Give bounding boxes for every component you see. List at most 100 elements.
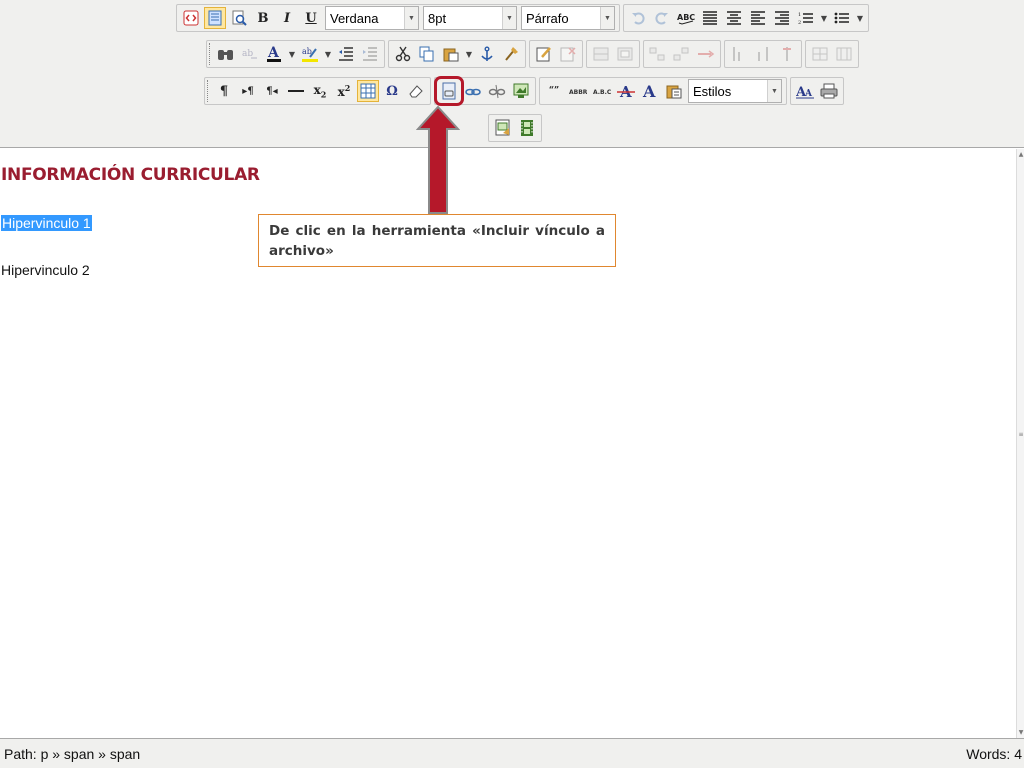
preview-icon[interactable] [228,7,250,29]
layer-forward-icon[interactable] [614,43,636,65]
toolbar-handle [209,43,212,65]
toolbar-group-format: B I U Verdana ▼ 8pt ▼ Párrafo ▼ [176,4,620,32]
font-family-select[interactable]: Verdana ▼ [325,6,419,30]
toolbar-group-edit: ABC 12 ▼ ▼ [623,4,869,32]
rtl-icon[interactable]: ¶◂ [261,80,283,102]
ltr-icon[interactable]: ▸¶ [237,80,259,102]
col-after-icon[interactable] [752,43,774,65]
outdent-icon[interactable] [335,43,357,65]
file-link-button[interactable] [434,76,464,106]
toolbar-group-citation: “” ABBR A.B.C A A Estilos ▼ [539,77,787,105]
row-after-icon[interactable] [671,43,693,65]
chevron-down-icon[interactable]: ▼ [600,7,614,29]
align-left-icon[interactable] [747,7,769,29]
anchor-icon[interactable] [476,43,498,65]
toolbar-group-table-cells [805,40,859,68]
acronym-icon[interactable]: A.B.C [591,80,613,102]
chevron-down-icon[interactable]: ▼ [819,7,829,29]
paste-icon[interactable] [440,43,462,65]
row-before-icon[interactable] [647,43,669,65]
paragraph-icon[interactable]: ¶ [213,80,235,102]
cleanup-icon[interactable] [500,43,522,65]
svg-text:A: A [642,82,656,100]
bullet-list-icon[interactable] [831,7,853,29]
quote-icon[interactable]: “” [543,80,565,102]
format-value: Párrafo [526,11,569,26]
scroll-up-icon[interactable]: ▲ [1017,151,1024,158]
font-size-select[interactable]: 8pt ▼ [423,6,517,30]
styles-select[interactable]: Estilos ▼ [688,79,782,103]
chevron-down-icon[interactable]: ▼ [323,43,333,65]
full-page-icon[interactable] [204,7,226,29]
toolbar-handle [207,80,210,102]
cut-icon[interactable] [392,43,414,65]
highlight-color-icon[interactable]: ab [299,43,321,65]
merge-cells-icon[interactable] [809,43,831,65]
copy-icon[interactable] [416,43,438,65]
styles-value: Estilos [693,84,732,99]
toolbar-group-layers [586,40,640,68]
hyperlink-1[interactable]: Hipervinculo 1 [1,215,92,231]
split-cells-icon[interactable] [833,43,855,65]
format-select[interactable]: Párrafo ▼ [521,6,615,30]
image-manager-icon[interactable] [492,117,514,139]
strikethrough-icon[interactable]: A [615,80,637,102]
spellcheck-icon[interactable]: ABC [675,7,697,29]
chevron-down-icon[interactable]: ▼ [404,7,418,29]
chevron-down-icon[interactable]: ▼ [464,43,474,65]
numbered-list-icon[interactable]: 12 [795,7,817,29]
align-center-icon[interactable] [723,7,745,29]
toolbar-area: B I U Verdana ▼ 8pt ▼ Párrafo ▼ ABC 1 2 … [0,0,1024,148]
toolbar-group-insert [529,40,583,68]
redo-icon[interactable] [651,7,673,29]
element-path[interactable]: Path: p » span » span [4,746,140,762]
vertical-scrollbar[interactable]: ▲ ≡ ▼ [1016,149,1024,738]
media-icon[interactable] [516,117,538,139]
hyperlink-2[interactable]: Hipervinculo 2 [1,262,90,278]
replace-icon[interactable]: ab [239,43,261,65]
bold-button[interactable]: B [252,7,274,29]
delete-col-icon[interactable] [776,43,798,65]
chevron-down-icon[interactable]: ▼ [767,80,781,102]
scroll-thumb-icon[interactable]: ≡ [1017,431,1024,438]
superscript-icon[interactable]: x2 [333,80,355,102]
subscript-icon[interactable]: x2 [309,80,331,102]
chevron-down-icon[interactable]: ▼ [502,7,516,29]
eraser-icon[interactable] [405,80,427,102]
status-bar: Path: p » span » span Words: 4 [0,738,1024,768]
edit-attributes-icon[interactable] [533,43,555,65]
chevron-down-icon[interactable]: ▼ [287,43,297,65]
special-character-icon[interactable]: Ω [381,80,403,102]
text-color-icon[interactable]: A [263,43,285,65]
svg-text:1: 1 [798,12,801,18]
toolbar-group-media [488,114,542,142]
unlink-icon[interactable] [486,80,508,102]
insert-image-icon[interactable] [510,80,532,102]
font-size-icon[interactable]: AA [794,80,816,102]
toolbar-row-4 [488,113,545,143]
scroll-down-icon[interactable]: ▼ [1017,729,1024,736]
undo-icon[interactable] [627,7,649,29]
html-source-icon[interactable] [180,7,202,29]
delete-row-icon[interactable] [695,43,717,65]
table-icon[interactable] [357,80,379,102]
toolbar-row-2: ab A ▼ ab ▼ ▼ [206,39,862,69]
indent-icon[interactable] [359,43,381,65]
remove-format-icon[interactable] [557,43,579,65]
underline-button[interactable]: U [300,7,322,29]
abbreviation-icon[interactable]: ABBR [567,80,589,102]
paste-word-icon[interactable] [663,80,685,102]
find-icon[interactable] [215,43,237,65]
align-right-icon[interactable] [771,7,793,29]
chevron-down-icon[interactable]: ▼ [855,7,865,29]
layer-insert-icon[interactable] [590,43,612,65]
print-icon[interactable] [818,80,840,102]
font-style-icon[interactable]: A [639,80,661,102]
insert-link-icon[interactable] [462,80,484,102]
align-justify-icon[interactable] [699,7,721,29]
italic-button[interactable]: I [276,7,298,29]
toolbar-group-text: ¶ ▸¶ ¶◂ x2 x2 Ω [204,77,431,105]
toolbar-row-1: B I U Verdana ▼ 8pt ▼ Párrafo ▼ ABC 1 2 … [176,3,872,33]
col-before-icon[interactable] [728,43,750,65]
horizontal-rule-icon[interactable] [285,80,307,102]
